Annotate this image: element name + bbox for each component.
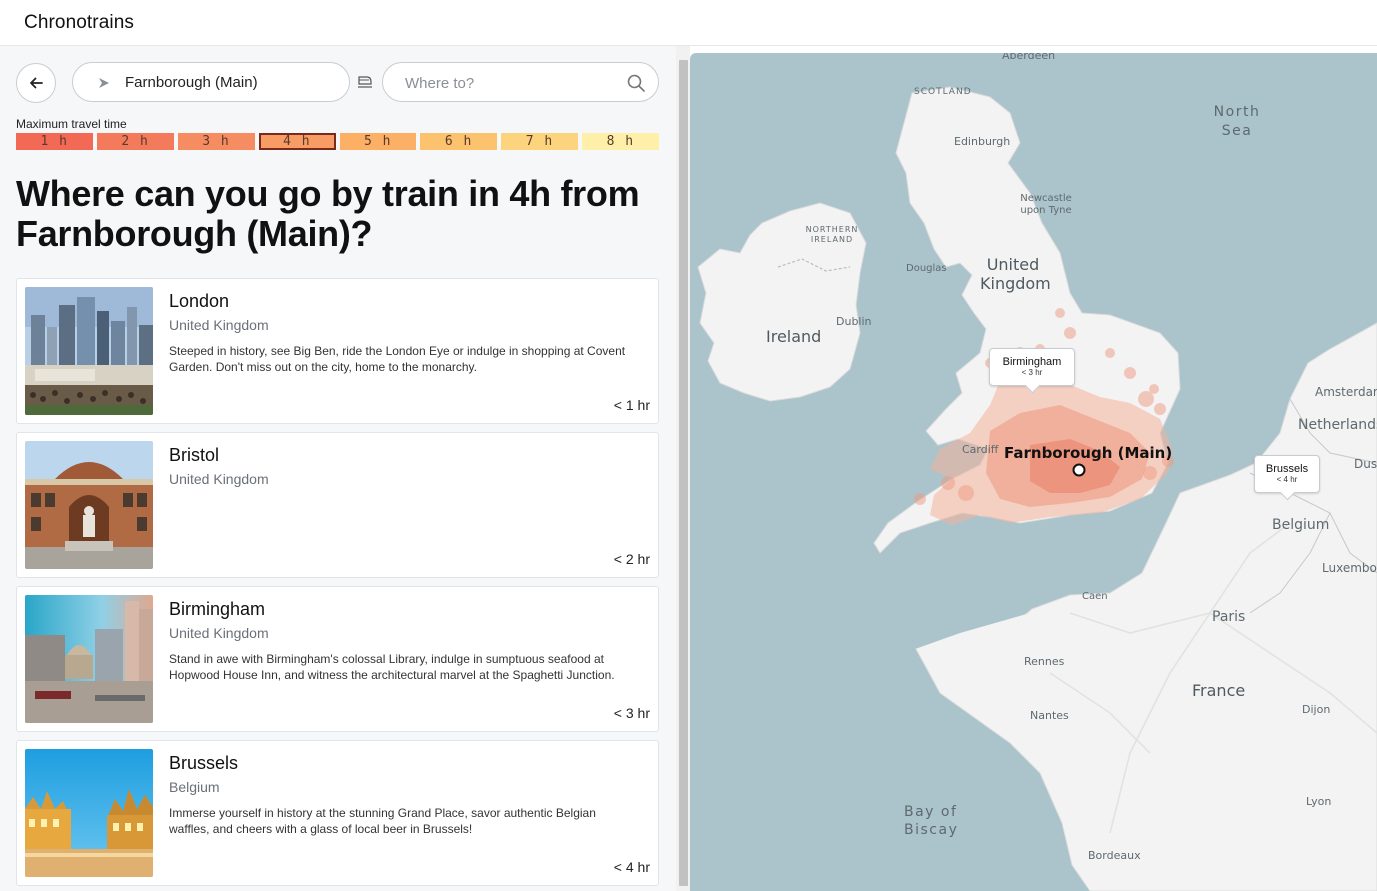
map-label-amsterdam: Amsterdam: [1315, 385, 1377, 399]
london-photo: [25, 287, 153, 415]
destination-description: Steeped in history, see Big Ben, ride th…: [169, 344, 626, 374]
destination-description: Stand in awe with Birmingham's colossal …: [169, 652, 615, 682]
origin-value: Farnborough (Main): [125, 74, 258, 91]
travel-time-option-6[interactable]: 6 h: [420, 133, 498, 150]
destination-country: Belgium: [169, 779, 220, 795]
travel-duration: < 3 hr: [613, 705, 650, 721]
page-headline: Where can you go by train in 4h from Far…: [16, 173, 640, 254]
destination-card-brussels[interactable]: Brussels Belgium Immerse yourself in his…: [16, 740, 659, 886]
popup-city: Birmingham: [1002, 356, 1062, 368]
map-label-united-kingdom: United Kingdom: [980, 255, 1051, 293]
map-label-paris: Paris: [1212, 609, 1246, 625]
travel-time-option-7[interactable]: 7 h: [501, 133, 579, 150]
travel-duration: < 1 hr: [613, 397, 650, 413]
destination-card-birmingham[interactable]: Birmingham United Kingdom Stand in awe w…: [16, 586, 659, 732]
destination-card-london[interactable]: London United Kingdom Steeped in history…: [16, 278, 659, 424]
location-arrow-icon: [99, 78, 109, 88]
travel-duration: < 2 hr: [613, 551, 650, 567]
travel-time-option-4[interactable]: 4 h: [258, 133, 336, 150]
map-label-edinburgh: Edinburgh: [954, 135, 1011, 148]
map-label-belgium: Belgium: [1272, 517, 1330, 533]
map-label-ireland: Ireland: [766, 327, 822, 346]
popup-time: < 3 hr: [1021, 368, 1043, 377]
map-label-lyon: Lyon: [1306, 795, 1332, 808]
map-label-origin: Farnborough (Main): [1004, 444, 1173, 462]
travel-time-option-8[interactable]: 8 h: [582, 133, 659, 150]
panel-scrollbar-thumb[interactable]: [679, 60, 688, 886]
birmingham-photo: [25, 595, 153, 723]
back-button[interactable]: [16, 63, 56, 103]
destination-card-bristol[interactable]: Bristol United Kingdom < 2 hr: [16, 432, 659, 578]
map-label-rennes: Rennes: [1024, 655, 1065, 668]
map-label-dublin: Dublin: [836, 315, 872, 328]
map-label-luxembourg: Luxembo: [1322, 561, 1377, 575]
top-bar: Chronotrains: [0, 0, 1377, 46]
results-panel: Farnborough (Main) Maximum travel time 1…: [0, 46, 676, 891]
map-popup-brussels[interactable]: Brussels < 4 hr: [1254, 455, 1320, 493]
travel-time-selector: 1 h2 h3 h4 h5 h6 h7 h8 h: [16, 133, 659, 150]
max-travel-time-label: Maximum travel time: [16, 117, 127, 131]
destination-city: Brussels: [169, 753, 239, 773]
travel-map[interactable]: Aberdeen SCOTLAND North Sea Edinburgh Ne…: [690, 53, 1377, 891]
map-label-north-sea: North Sea: [1213, 104, 1261, 139]
map-popup-birmingham[interactable]: Birmingham < 3 hr: [989, 348, 1075, 386]
destination-country: United Kingdom: [169, 471, 269, 487]
origin-marker: [1072, 463, 1086, 477]
popup-time: < 4 hr: [1276, 475, 1298, 484]
destination-country: United Kingdom: [169, 317, 269, 333]
arrow-left-icon: [30, 77, 43, 89]
bristol-photo: [25, 441, 153, 569]
map-label-cardiff: Cardiff: [962, 443, 999, 456]
map-label-bordeaux: Bordeaux: [1088, 849, 1141, 862]
map-label-aberdeen: Aberdeen: [1002, 53, 1056, 62]
travel-time-option-3[interactable]: 3 h: [177, 133, 255, 150]
origin-field[interactable]: Farnborough (Main): [72, 62, 350, 102]
map-label-northern-ireland: NORTHERN IRELAND: [805, 225, 859, 244]
map-label-caen: Caen: [1082, 591, 1108, 602]
map-label-netherlands: Netherlands: [1298, 417, 1377, 433]
map-label-dijon: Dijon: [1302, 703, 1331, 716]
travel-time-option-1[interactable]: 1 h: [16, 133, 93, 150]
destination-city: London: [169, 291, 230, 311]
app-title[interactable]: Chronotrains: [24, 12, 134, 34]
destination-country: United Kingdom: [169, 625, 269, 641]
train-icon: [358, 76, 372, 88]
popup-city: Brussels: [1265, 463, 1309, 475]
destination-description: Immerse yourself in history at the stunn…: [169, 806, 596, 836]
destination-field[interactable]: [382, 62, 659, 102]
travel-duration: < 4 hr: [613, 859, 650, 875]
map-label-nantes: Nantes: [1030, 709, 1069, 722]
destination-city: Bristol: [169, 445, 220, 465]
brussels-photo: [25, 749, 153, 877]
map-label-douglas: Douglas: [906, 263, 947, 274]
map-label-newcastle: Newcastle upon Tyne: [1020, 193, 1072, 216]
destination-city: Birmingham: [169, 599, 266, 619]
map-label-dus: Dus: [1354, 457, 1377, 471]
travel-time-option-5[interactable]: 5 h: [339, 133, 417, 150]
search-icon[interactable]: [626, 73, 646, 93]
map-label-scotland: SCOTLAND: [914, 87, 972, 97]
destination-input[interactable]: [405, 72, 605, 94]
map-label-bay-of-biscay: Bay of Biscay: [904, 804, 959, 838]
travel-time-option-2[interactable]: 2 h: [96, 133, 174, 150]
map-label-france: France: [1192, 681, 1246, 700]
